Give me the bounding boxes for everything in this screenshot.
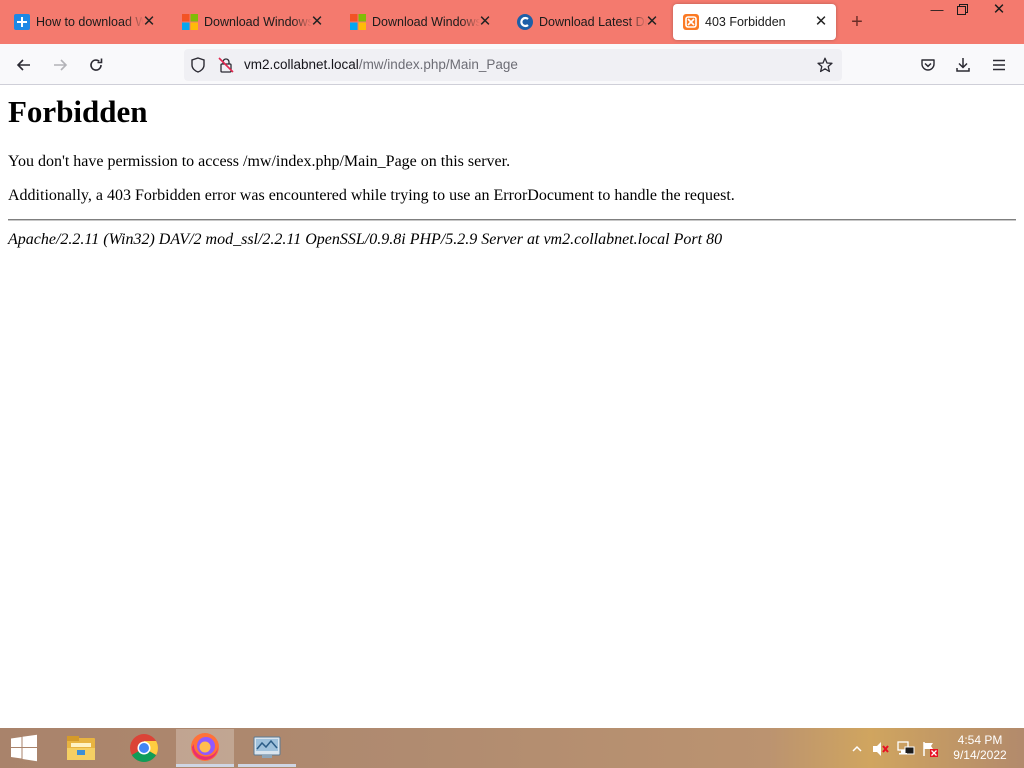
tab-download-windows-2[interactable]: Download Windows 10 ✕ bbox=[340, 4, 500, 40]
hamburger-menu-icon bbox=[993, 59, 1005, 71]
new-tab-icon[interactable]: + bbox=[846, 11, 868, 33]
tab-download-latest-drivers[interactable]: Download Latest Drivers ✕ bbox=[507, 4, 667, 40]
taskbar-control-panel[interactable] bbox=[238, 729, 296, 767]
url-text[interactable]: vm2.collabnet.local/mw/index.php/Main_Pa… bbox=[244, 57, 518, 73]
clock-date: 9/14/2022 bbox=[953, 748, 1007, 762]
tab-title: Download Windows 10 bbox=[372, 15, 480, 29]
bookmark-star-icon[interactable] bbox=[817, 57, 833, 73]
permission-message: You don't have permission to access /mw/… bbox=[8, 153, 511, 170]
tab-download-windows-1[interactable]: Download Windows 10 ✕ bbox=[172, 4, 332, 40]
file-explorer-icon bbox=[67, 736, 95, 760]
restore-icon[interactable] bbox=[945, 0, 979, 20]
driver-site-icon bbox=[517, 14, 533, 30]
reload-button[interactable] bbox=[81, 50, 111, 80]
clock-time: 4:54 PM bbox=[957, 733, 1003, 747]
app-menu-button[interactable] bbox=[984, 50, 1014, 80]
windows-logo-icon bbox=[350, 14, 366, 30]
address-bar[interactable]: vm2.collabnet.local/mw/index.php/Main_Pa… bbox=[184, 49, 842, 81]
tab-title: How to download Windows bbox=[36, 15, 144, 29]
tab-title: Download Latest Drivers bbox=[539, 15, 647, 29]
url-path: /mw/index.php/Main_Page bbox=[358, 57, 518, 72]
show-hidden-icons-chevron-icon[interactable] bbox=[848, 740, 866, 758]
tab-403-forbidden[interactable]: 403 Forbidden ✕ bbox=[673, 4, 836, 40]
shield-icon[interactable] bbox=[190, 57, 206, 73]
close-tab-icon[interactable]: ✕ bbox=[308, 13, 326, 31]
tab-title: 403 Forbidden bbox=[705, 15, 786, 29]
action-center-flag-icon[interactable] bbox=[921, 740, 939, 758]
tab-how-to-download[interactable]: How to download Windows ✕ bbox=[4, 4, 164, 40]
back-button[interactable] bbox=[9, 50, 39, 80]
error-document-message: Additionally, a 403 Forbidden error was … bbox=[8, 187, 735, 204]
close-tab-icon[interactable]: ✕ bbox=[476, 13, 494, 31]
control-panel-icon bbox=[253, 736, 281, 758]
reload-icon bbox=[90, 58, 103, 71]
close-tab-icon[interactable]: ✕ bbox=[140, 13, 158, 31]
windows-logo-icon bbox=[182, 14, 198, 30]
horizontal-rule bbox=[8, 219, 1016, 221]
forward-button[interactable] bbox=[45, 50, 75, 80]
back-arrow-icon bbox=[16, 59, 30, 71]
start-button[interactable] bbox=[0, 728, 48, 768]
windows-start-icon bbox=[11, 734, 37, 762]
downloads-button[interactable] bbox=[948, 50, 978, 80]
pocket-button[interactable] bbox=[913, 50, 943, 80]
insecure-lock-icon[interactable] bbox=[218, 57, 234, 73]
tab-strip: How to download Windows ✕ Download Windo… bbox=[0, 0, 1024, 44]
chrome-icon bbox=[130, 734, 158, 762]
firefox-icon bbox=[191, 732, 219, 761]
url-host: vm2.collabnet.local bbox=[244, 57, 359, 72]
taskbar-firefox[interactable] bbox=[176, 729, 234, 767]
network-icon[interactable] bbox=[897, 740, 915, 758]
forward-arrow-icon bbox=[54, 59, 68, 71]
volume-muted-icon[interactable] bbox=[872, 740, 890, 758]
page-content: Forbidden You don't have permission to a… bbox=[0, 86, 1024, 728]
server-signature: Apache/2.2.11 (Win32) DAV/2 mod_ssl/2.2.… bbox=[8, 231, 723, 248]
system-clock[interactable]: 4:54 PM 9/14/2022 bbox=[944, 733, 1016, 763]
close-tab-icon[interactable]: ✕ bbox=[812, 13, 830, 31]
download-icon bbox=[956, 58, 970, 72]
taskbar-chrome[interactable] bbox=[115, 729, 173, 767]
xampp-icon bbox=[683, 14, 699, 30]
navigation-toolbar: vm2.collabnet.local/mw/index.php/Main_Pa… bbox=[0, 44, 1024, 85]
tab-title: Download Windows 10 bbox=[204, 15, 312, 29]
close-window-icon[interactable]: ✕ bbox=[982, 0, 1016, 20]
close-tab-icon[interactable]: ✕ bbox=[643, 13, 661, 31]
windows-taskbar: 4:54 PM 9/14/2022 bbox=[0, 728, 1024, 768]
plus-square-icon bbox=[14, 14, 30, 30]
taskbar-file-explorer[interactable] bbox=[52, 729, 110, 767]
pocket-icon bbox=[921, 59, 935, 71]
page-heading: Forbidden bbox=[8, 94, 148, 129]
